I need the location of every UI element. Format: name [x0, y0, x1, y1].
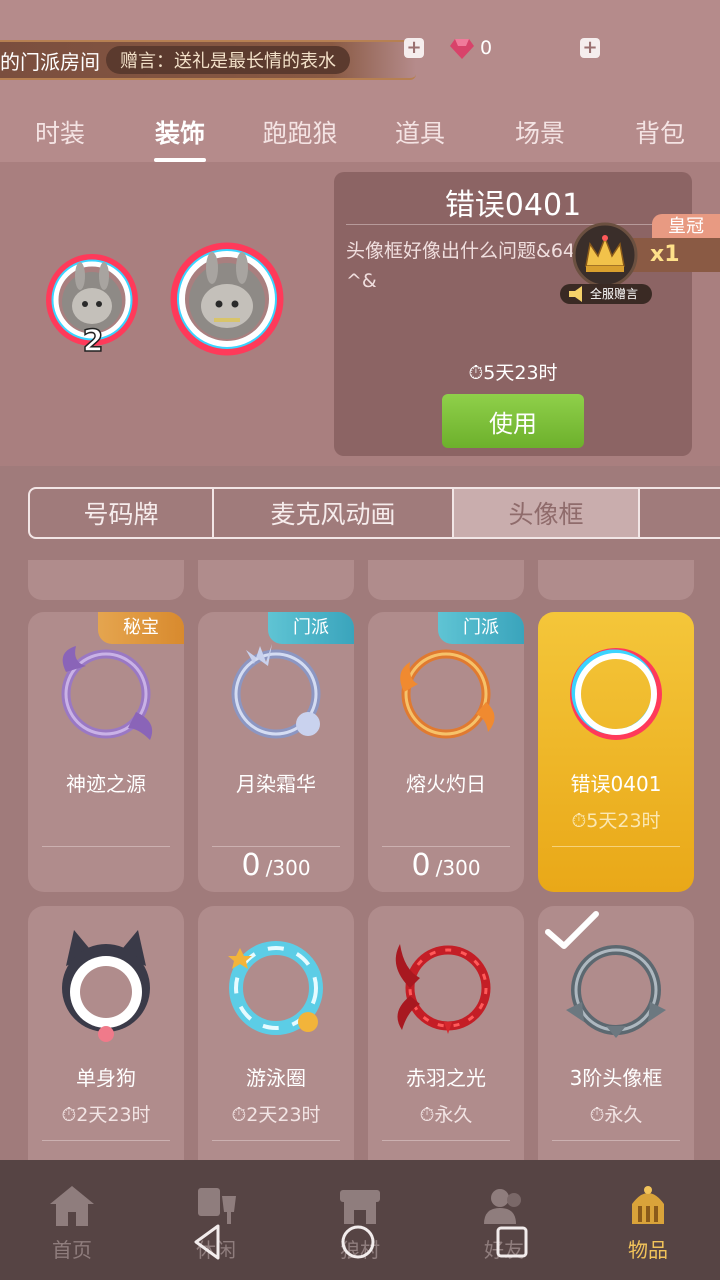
crown-label: 皇冠: [652, 214, 720, 240]
tab-decoration[interactable]: 装饰: [120, 100, 240, 162]
divider: [42, 846, 170, 847]
tab-props[interactable]: 道具: [360, 100, 480, 162]
back-icon[interactable]: [188, 1222, 228, 1262]
crown-count: x1: [630, 238, 720, 272]
home-system-icon[interactable]: [338, 1222, 378, 1262]
frame-card-ronghuo[interactable]: 门派 熔火灼日 0 /300: [368, 612, 524, 892]
frame-name: 月染霜华: [236, 772, 316, 796]
segment-avatar-frame[interactable]: 头像框: [454, 489, 640, 537]
gem-icon: [450, 39, 474, 59]
divider: [382, 846, 510, 847]
divider: [42, 1140, 170, 1141]
frame-card-danshengou[interactable]: 单身狗 ⏱2天23时: [28, 906, 184, 1160]
top-bar: 的门派房间 赠言：送礼是最长情的表水 + 0 +: [0, 0, 720, 100]
frame-thumbnail-fire-ring-icon: [400, 649, 495, 739]
frame-name: 赤羽之光: [406, 1066, 486, 1090]
frame-name: 3阶头像框: [569, 1066, 663, 1090]
grid-item-partial: [28, 560, 184, 600]
frame-card-yueran[interactable]: 门派 月染霜华 0 /300: [198, 612, 354, 892]
frame-thumbnail-swim-ring-icon: [228, 941, 323, 1035]
system-navigation-bar: [0, 1204, 720, 1280]
checkmark-icon: [545, 911, 599, 949]
avatar-preview-large: [170, 242, 284, 356]
megaphone-icon: [569, 286, 582, 302]
segment-mic-animation[interactable]: 麦克风动画: [214, 489, 454, 537]
decoration-type-selector: 号码牌 麦克风动画 头像框: [28, 487, 720, 539]
divider: [212, 846, 340, 847]
divider: [212, 1140, 340, 1141]
frame-timer: ⏱2天23时: [61, 1104, 151, 1126]
frame-card-youyongquan[interactable]: 游泳圈 ⏱2天23时: [198, 906, 354, 1160]
item-detail-card: 错误0401 头像框好像出什么问题&64^& ⏱5天23时 使用: [334, 172, 692, 456]
room-name: 的门派房间: [0, 49, 100, 74]
add-gem-button[interactable]: +: [580, 38, 600, 58]
tab-fashion[interactable]: 时装: [0, 100, 120, 162]
frame-name: 错误0401: [570, 772, 662, 796]
frame-thumbnail-glitch-ring-icon: [570, 648, 662, 740]
frame-name: 神迹之源: [66, 772, 146, 796]
frame-timer: ⏱永久: [419, 1104, 473, 1126]
grid-item-partial: [198, 560, 354, 600]
room-banner[interactable]: 的门派房间 赠言：送礼是最长情的表水: [0, 40, 416, 80]
frame-card-shenji[interactable]: 秘宝 神迹之源: [28, 612, 184, 892]
frame-name: 游泳圈: [246, 1066, 306, 1090]
recents-icon[interactable]: [492, 1222, 532, 1262]
frame-timer: ⏱永久: [589, 1104, 643, 1126]
item-detail-title: 错误0401: [444, 188, 582, 223]
frame-thumbnail-red-feather-icon: [395, 944, 491, 1034]
frame-thumbnail-frost-ring-icon: [231, 644, 321, 739]
grid-item-partial: [368, 560, 524, 600]
item-detail-description: 头像框好像出什么问题&64^&: [346, 240, 575, 292]
frame-card-error0401-selected[interactable]: 错误0401 ⏱5天23时: [538, 612, 694, 892]
divider: [552, 846, 680, 847]
avatar-frame-grid: 秘宝 神迹之源 门派 月染霜华 0 /300 门派 熔火灼日 0 /300 错误…: [0, 548, 720, 1160]
frame-progress: 0 /300: [411, 848, 481, 883]
frame-name: 单身狗: [76, 1066, 136, 1090]
crown-icon[interactable]: [572, 222, 638, 288]
divider: [382, 1140, 510, 1141]
segment-more[interactable]: [640, 489, 720, 537]
tab-scene[interactable]: 场景: [480, 100, 600, 162]
item-detail-timer: ⏱5天23时: [468, 362, 558, 384]
use-button[interactable]: 使用: [442, 394, 584, 448]
add-coin-button[interactable]: +: [404, 38, 424, 58]
category-tabs: 时装 装饰 跑跑狼 道具 场景 背包: [0, 100, 720, 162]
tab-wolf[interactable]: 跑跑狼: [240, 100, 360, 162]
frame-thumbnail-husky-icon: [62, 930, 150, 1042]
tab-backpack[interactable]: 背包: [600, 100, 720, 162]
gem-count: 0: [480, 37, 493, 59]
avatar-number: 2: [82, 323, 104, 360]
frame-card-tier3-equipped[interactable]: 3阶头像框 ⏱永久: [538, 906, 694, 1160]
divider: [552, 1140, 680, 1141]
frame-timer: ⏱2天23时: [231, 1104, 321, 1126]
gift-message: 赠言：送礼是最长情的表水: [106, 46, 350, 74]
frame-progress: 0 /300: [241, 848, 311, 883]
frame-thumbnail-purple-ring-icon: [61, 646, 153, 740]
grid-item-partial: [538, 560, 694, 600]
frame-name: 熔火灼日: [406, 772, 486, 796]
segment-number-plate[interactable]: 号码牌: [30, 489, 214, 537]
frame-timer: ⏱5天23时: [571, 810, 661, 832]
frame-card-chiyu[interactable]: 赤羽之光 ⏱永久: [368, 906, 524, 1160]
